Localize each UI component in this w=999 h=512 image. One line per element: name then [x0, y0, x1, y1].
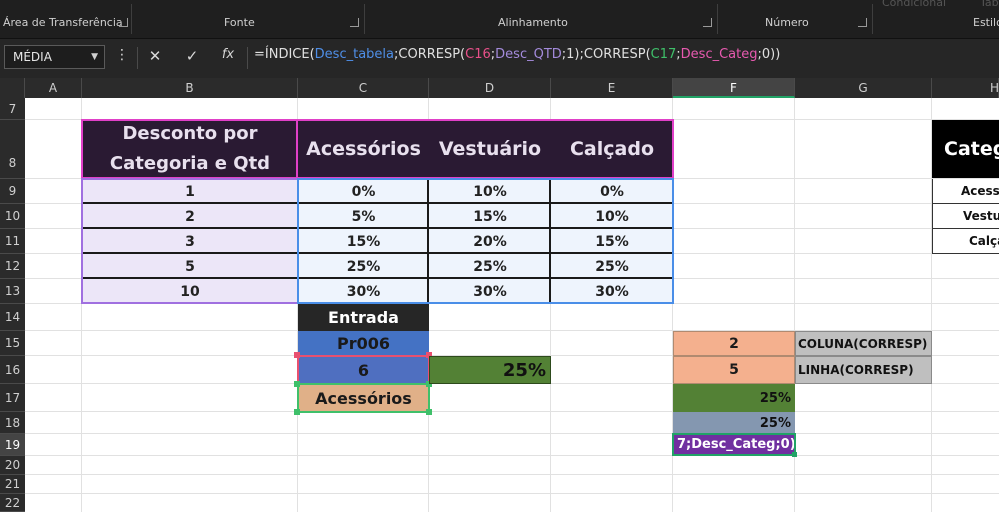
- desc-qtd-range-border: [81, 178, 299, 304]
- ribbon-separator: [717, 4, 718, 34]
- gridline: [25, 433, 999, 434]
- ribbon-ghost-condicional: Condicional: [882, 0, 947, 9]
- ribbon-separator: [364, 4, 365, 34]
- insert-function-icon[interactable]: fx: [216, 47, 240, 62]
- linha-corresp-value[interactable]: 5: [673, 356, 795, 384]
- row-header-16[interactable]: 16: [0, 356, 25, 384]
- ribbon-group-styles[interactable]: Estilo: [973, 16, 999, 29]
- coluna-corresp-value[interactable]: 2: [673, 331, 795, 356]
- reference-handle[interactable]: [294, 381, 300, 387]
- row-header-15[interactable]: 15: [0, 331, 25, 356]
- side-table-item[interactable]: Vestu: [932, 204, 999, 229]
- gridline: [25, 493, 999, 494]
- cancel-icon[interactable]: ✕: [143, 47, 167, 65]
- column-header-g[interactable]: G: [795, 78, 932, 98]
- formula-token: ;1);CORRESP(: [561, 47, 651, 62]
- name-box-value: MÉDIA: [13, 50, 52, 64]
- linha-corresp-label[interactable]: LINHA(CORRESP): [795, 356, 932, 384]
- product-cell[interactable]: Pr006: [298, 331, 429, 356]
- formula-token: Desc_tabela: [314, 47, 394, 62]
- entrada-header[interactable]: Entrada: [298, 304, 429, 331]
- more-options-icon[interactable]: ⋮: [110, 47, 134, 63]
- formula-token: ;CORRESP(: [394, 47, 466, 62]
- name-box[interactable]: MÉDIA ▼: [4, 45, 105, 69]
- side-table-item[interactable]: Acesso: [932, 179, 999, 204]
- c17-reference-border: [297, 383, 430, 413]
- desc-tabela-range-border: [297, 178, 674, 304]
- formula-token: C17: [650, 47, 677, 62]
- ribbon-group-alignment[interactable]: Alinhamento: [498, 16, 568, 29]
- row-header-20[interactable]: 20: [0, 456, 25, 475]
- ribbon-group-number[interactable]: Número: [765, 16, 809, 29]
- row-header-22[interactable]: 22: [0, 494, 25, 512]
- ribbon-separator: [872, 4, 873, 34]
- f18-result[interactable]: 25%: [673, 412, 795, 434]
- column-header-e[interactable]: E: [551, 78, 673, 98]
- result-cell[interactable]: 25%: [429, 356, 551, 384]
- column-header-h[interactable]: H: [932, 78, 999, 98]
- c16-reference-border: [297, 355, 430, 385]
- gridline: [25, 474, 999, 475]
- ribbon-ghost-tab: Tab: [980, 0, 999, 9]
- header-divider: [296, 120, 298, 178]
- select-all-corner[interactable]: [0, 78, 25, 98]
- header-range-border: [81, 119, 674, 179]
- active-cell-editing[interactable]: 7;Desc_Categ;0)): [672, 433, 796, 456]
- formula-token: =ÍNDICE(: [254, 47, 315, 62]
- formula-bar: MÉDIA ▼ ⋮ ✕ ✓ fx =ÍNDICE(Desc_tabela;COR…: [0, 38, 999, 78]
- ribbon-group-clipboard[interactable]: Área de Transferência: [3, 16, 123, 29]
- row-header-8[interactable]: 8: [0, 120, 25, 179]
- number-launcher-icon[interactable]: [858, 18, 867, 27]
- row-header-21[interactable]: 21: [0, 475, 25, 494]
- fill-handle[interactable]: [792, 452, 797, 457]
- coluna-corresp-label[interactable]: COLUNA(CORRESP): [795, 331, 932, 356]
- formula-token: C16: [465, 47, 491, 62]
- row-header-10[interactable]: 10: [0, 204, 25, 229]
- alignment-launcher-icon[interactable]: [703, 18, 712, 27]
- gridline: [25, 455, 999, 456]
- side-table-header[interactable]: Categ: [932, 120, 999, 178]
- ribbon-separator: [131, 4, 132, 34]
- f17-result[interactable]: 25%: [673, 384, 795, 412]
- reference-handle[interactable]: [294, 352, 300, 358]
- row-header-18[interactable]: 18: [0, 412, 25, 434]
- chevron-down-icon[interactable]: ▼: [91, 52, 98, 62]
- row-header-14[interactable]: 14: [0, 304, 25, 331]
- row-header-11[interactable]: 11: [0, 229, 25, 254]
- column-header-a[interactable]: A: [25, 78, 82, 98]
- ribbon-group-font[interactable]: Fonte: [224, 16, 255, 29]
- font-launcher-icon[interactable]: [350, 18, 359, 27]
- clipboard-launcher-icon[interactable]: [119, 18, 128, 27]
- row-header-7[interactable]: 7: [0, 98, 25, 120]
- formula-token: Desc_QTD: [495, 47, 562, 62]
- formula-token: Desc_Categ: [680, 47, 758, 62]
- reference-handle[interactable]: [294, 409, 300, 415]
- row-header-13[interactable]: 13: [0, 279, 25, 304]
- ribbon: Condicional Tab Área de Transferência Fo…: [0, 0, 999, 38]
- enter-check-icon[interactable]: ✓: [180, 47, 204, 65]
- row-header-9[interactable]: 9: [0, 179, 25, 204]
- row-header-17[interactable]: 17: [0, 384, 25, 412]
- formula-bar-divider: [137, 47, 138, 69]
- column-headers: A B C D E F G H: [0, 78, 999, 98]
- formula-input[interactable]: =ÍNDICE(Desc_tabela;CORRESP(C16;Desc_QTD…: [254, 47, 780, 62]
- column-header-f[interactable]: F: [673, 78, 795, 98]
- row-header-19[interactable]: 19: [0, 434, 25, 456]
- gridline: [25, 411, 999, 412]
- column-header-b[interactable]: B: [82, 78, 298, 98]
- formula-bar-divider: [247, 47, 248, 69]
- column-header-d[interactable]: D: [429, 78, 551, 98]
- formula-token: ;0)): [757, 47, 781, 62]
- row-headers: 7 8 9 10 11 12 13 14 15 16 17 18 19 20 2…: [0, 98, 25, 512]
- reference-handle[interactable]: [426, 409, 432, 415]
- side-table-item[interactable]: Calça: [932, 229, 999, 254]
- row-header-12[interactable]: 12: [0, 254, 25, 279]
- column-header-c[interactable]: C: [298, 78, 429, 98]
